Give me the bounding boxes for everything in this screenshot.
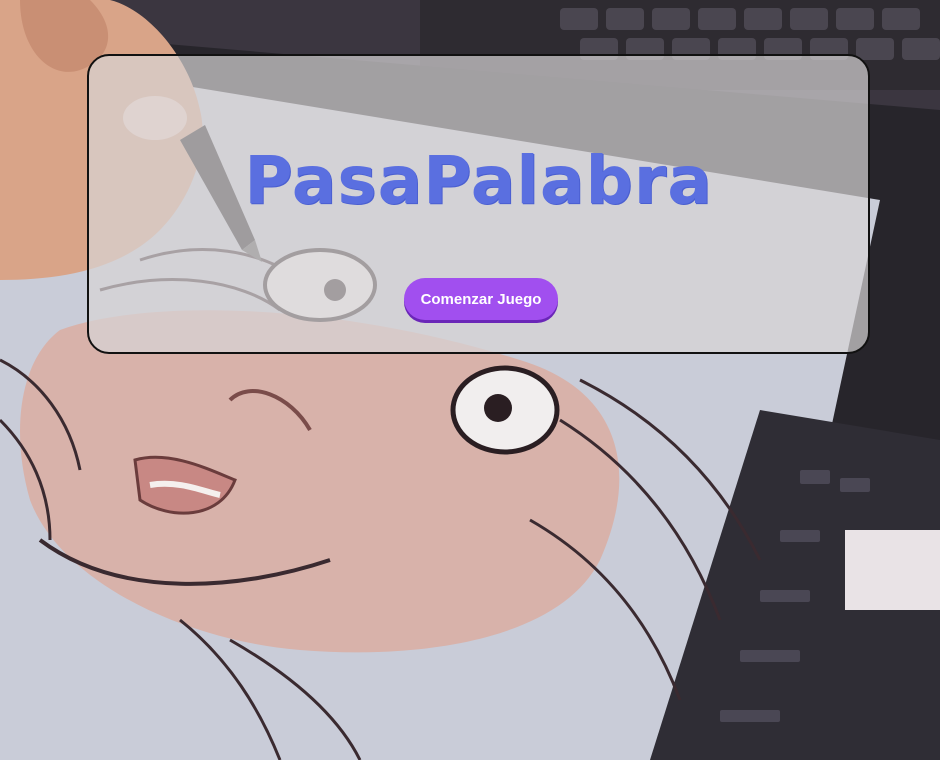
title-card: PasaPalabra Comenzar Juego: [87, 54, 870, 354]
game-title: PasaPalabra: [244, 142, 713, 219]
start-game-button[interactable]: Comenzar Juego: [404, 278, 558, 320]
